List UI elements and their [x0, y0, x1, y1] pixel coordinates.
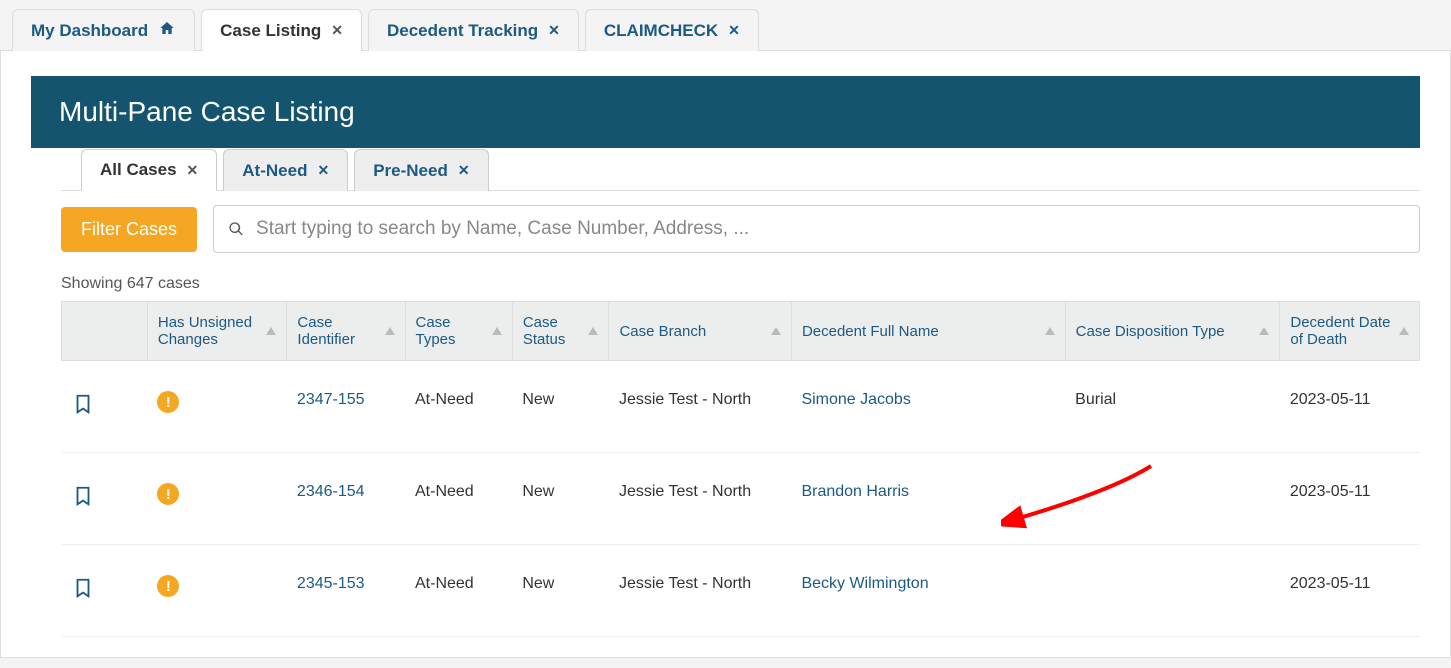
- decedent-name-link[interactable]: Simone Jacobs: [801, 391, 910, 408]
- subtab-label: All Cases: [100, 160, 177, 180]
- col-label: Case Disposition Type: [1076, 323, 1225, 340]
- bookmark-icon[interactable]: [72, 483, 94, 509]
- sort-icon: [492, 327, 502, 335]
- tab-case-listing[interactable]: Case Listing ✕: [201, 9, 362, 51]
- search-input[interactable]: [256, 218, 1405, 240]
- col-label: Case Branch: [619, 323, 706, 340]
- case-types: At-Need: [405, 453, 512, 545]
- unsigned-icon: !: [157, 575, 179, 597]
- case-status: New: [512, 545, 609, 637]
- tab-label: Case Listing: [220, 21, 321, 41]
- tab-label: My Dashboard: [31, 21, 148, 41]
- subtab-all-cases[interactable]: All Cases ✕: [81, 149, 217, 191]
- close-icon[interactable]: ✕: [728, 22, 740, 39]
- sub-tab-bar: All Cases ✕ At-Need ✕ Pre-Need ✕: [61, 148, 1420, 191]
- results-count: Showing 647 cases: [61, 275, 1420, 293]
- sort-icon: [588, 327, 598, 335]
- close-icon[interactable]: ✕: [548, 22, 560, 39]
- case-types: At-Need: [405, 361, 512, 453]
- tab-decedent-tracking[interactable]: Decedent Tracking ✕: [368, 9, 579, 51]
- col-label: Case Identifier: [297, 314, 380, 348]
- col-status[interactable]: Case Status: [512, 302, 609, 361]
- search-input-wrap[interactable]: [213, 205, 1420, 253]
- bookmark-icon[interactable]: [72, 391, 94, 417]
- sort-icon: [771, 327, 781, 335]
- disposition: Burial: [1065, 361, 1280, 453]
- case-status: New: [512, 361, 609, 453]
- col-label: Has Unsigned Changes: [158, 314, 263, 348]
- tab-label: Decedent Tracking: [387, 21, 538, 41]
- col-death[interactable]: Decedent Date of Death: [1280, 302, 1420, 361]
- tab-label: CLAIMCHECK: [604, 21, 718, 41]
- col-branch[interactable]: Case Branch: [609, 302, 791, 361]
- subtab-label: Pre-Need: [373, 161, 448, 181]
- col-disposition[interactable]: Case Disposition Type: [1065, 302, 1280, 361]
- case-branch: Jessie Test - North: [609, 361, 791, 453]
- bookmark-icon[interactable]: [72, 575, 94, 601]
- col-label: Decedent Full Name: [802, 323, 939, 340]
- col-label: Case Status: [523, 314, 585, 348]
- unsigned-icon: !: [157, 483, 179, 505]
- sort-icon: [385, 327, 395, 335]
- subtab-label: At-Need: [242, 161, 307, 181]
- disposition: [1065, 545, 1280, 637]
- col-types[interactable]: Case Types: [405, 302, 512, 361]
- top-tab-bar: My Dashboard Case Listing ✕ Decedent Tra…: [0, 0, 1451, 51]
- table-row: ! 2347-155 At-Need New Jessie Test - Nor…: [62, 361, 1420, 453]
- case-branch: Jessie Test - North: [609, 545, 791, 637]
- decedent-name-link[interactable]: Brandon Harris: [801, 483, 909, 500]
- home-icon: [158, 20, 176, 41]
- case-id-link[interactable]: 2347-155: [297, 391, 365, 408]
- table-row: ! 2345-153 At-Need New Jessie Test - Nor…: [62, 545, 1420, 637]
- unsigned-icon: !: [157, 391, 179, 413]
- close-icon[interactable]: ✕: [187, 162, 199, 179]
- close-icon[interactable]: ✕: [331, 22, 343, 39]
- sort-icon: [1399, 327, 1409, 335]
- case-branch: Jessie Test - North: [609, 453, 791, 545]
- col-unsigned[interactable]: Has Unsigned Changes: [147, 302, 287, 361]
- col-identifier[interactable]: Case Identifier: [287, 302, 405, 361]
- death-date: 2023-05-11: [1280, 545, 1420, 637]
- death-date: 2023-05-11: [1280, 453, 1420, 545]
- filter-cases-button[interactable]: Filter Cases: [61, 207, 197, 252]
- page-title: Multi-Pane Case Listing: [31, 76, 1420, 148]
- main-content: Multi-Pane Case Listing All Cases ✕ At-N…: [0, 51, 1451, 658]
- case-id-link[interactable]: 2346-154: [297, 483, 365, 500]
- col-name[interactable]: Decedent Full Name: [791, 302, 1065, 361]
- tab-claimcheck[interactable]: CLAIMCHECK ✕: [585, 9, 759, 51]
- col-bookmark[interactable]: [62, 302, 148, 361]
- sort-icon: [1045, 327, 1055, 335]
- col-label: Case Types: [416, 314, 488, 348]
- col-label: Decedent Date of Death: [1290, 314, 1395, 348]
- close-icon[interactable]: ✕: [317, 162, 329, 179]
- subtab-pre-need[interactable]: Pre-Need ✕: [354, 149, 488, 191]
- case-id-link[interactable]: 2345-153: [297, 575, 365, 592]
- cases-table: Has Unsigned Changes Case Identifier Cas…: [61, 301, 1420, 637]
- death-date: 2023-05-11: [1280, 361, 1420, 453]
- search-icon: [228, 221, 244, 237]
- sort-icon: [266, 327, 276, 335]
- subtab-at-need[interactable]: At-Need ✕: [223, 149, 348, 191]
- table-row: ! 2346-154 At-Need New Jessie Test - Nor…: [62, 453, 1420, 545]
- tab-my-dashboard[interactable]: My Dashboard: [12, 9, 195, 51]
- decedent-name-link[interactable]: Becky Wilmington: [801, 575, 928, 592]
- disposition: [1065, 453, 1280, 545]
- case-types: At-Need: [405, 545, 512, 637]
- close-icon[interactable]: ✕: [458, 162, 470, 179]
- case-status: New: [512, 453, 609, 545]
- sort-icon: [1259, 327, 1269, 335]
